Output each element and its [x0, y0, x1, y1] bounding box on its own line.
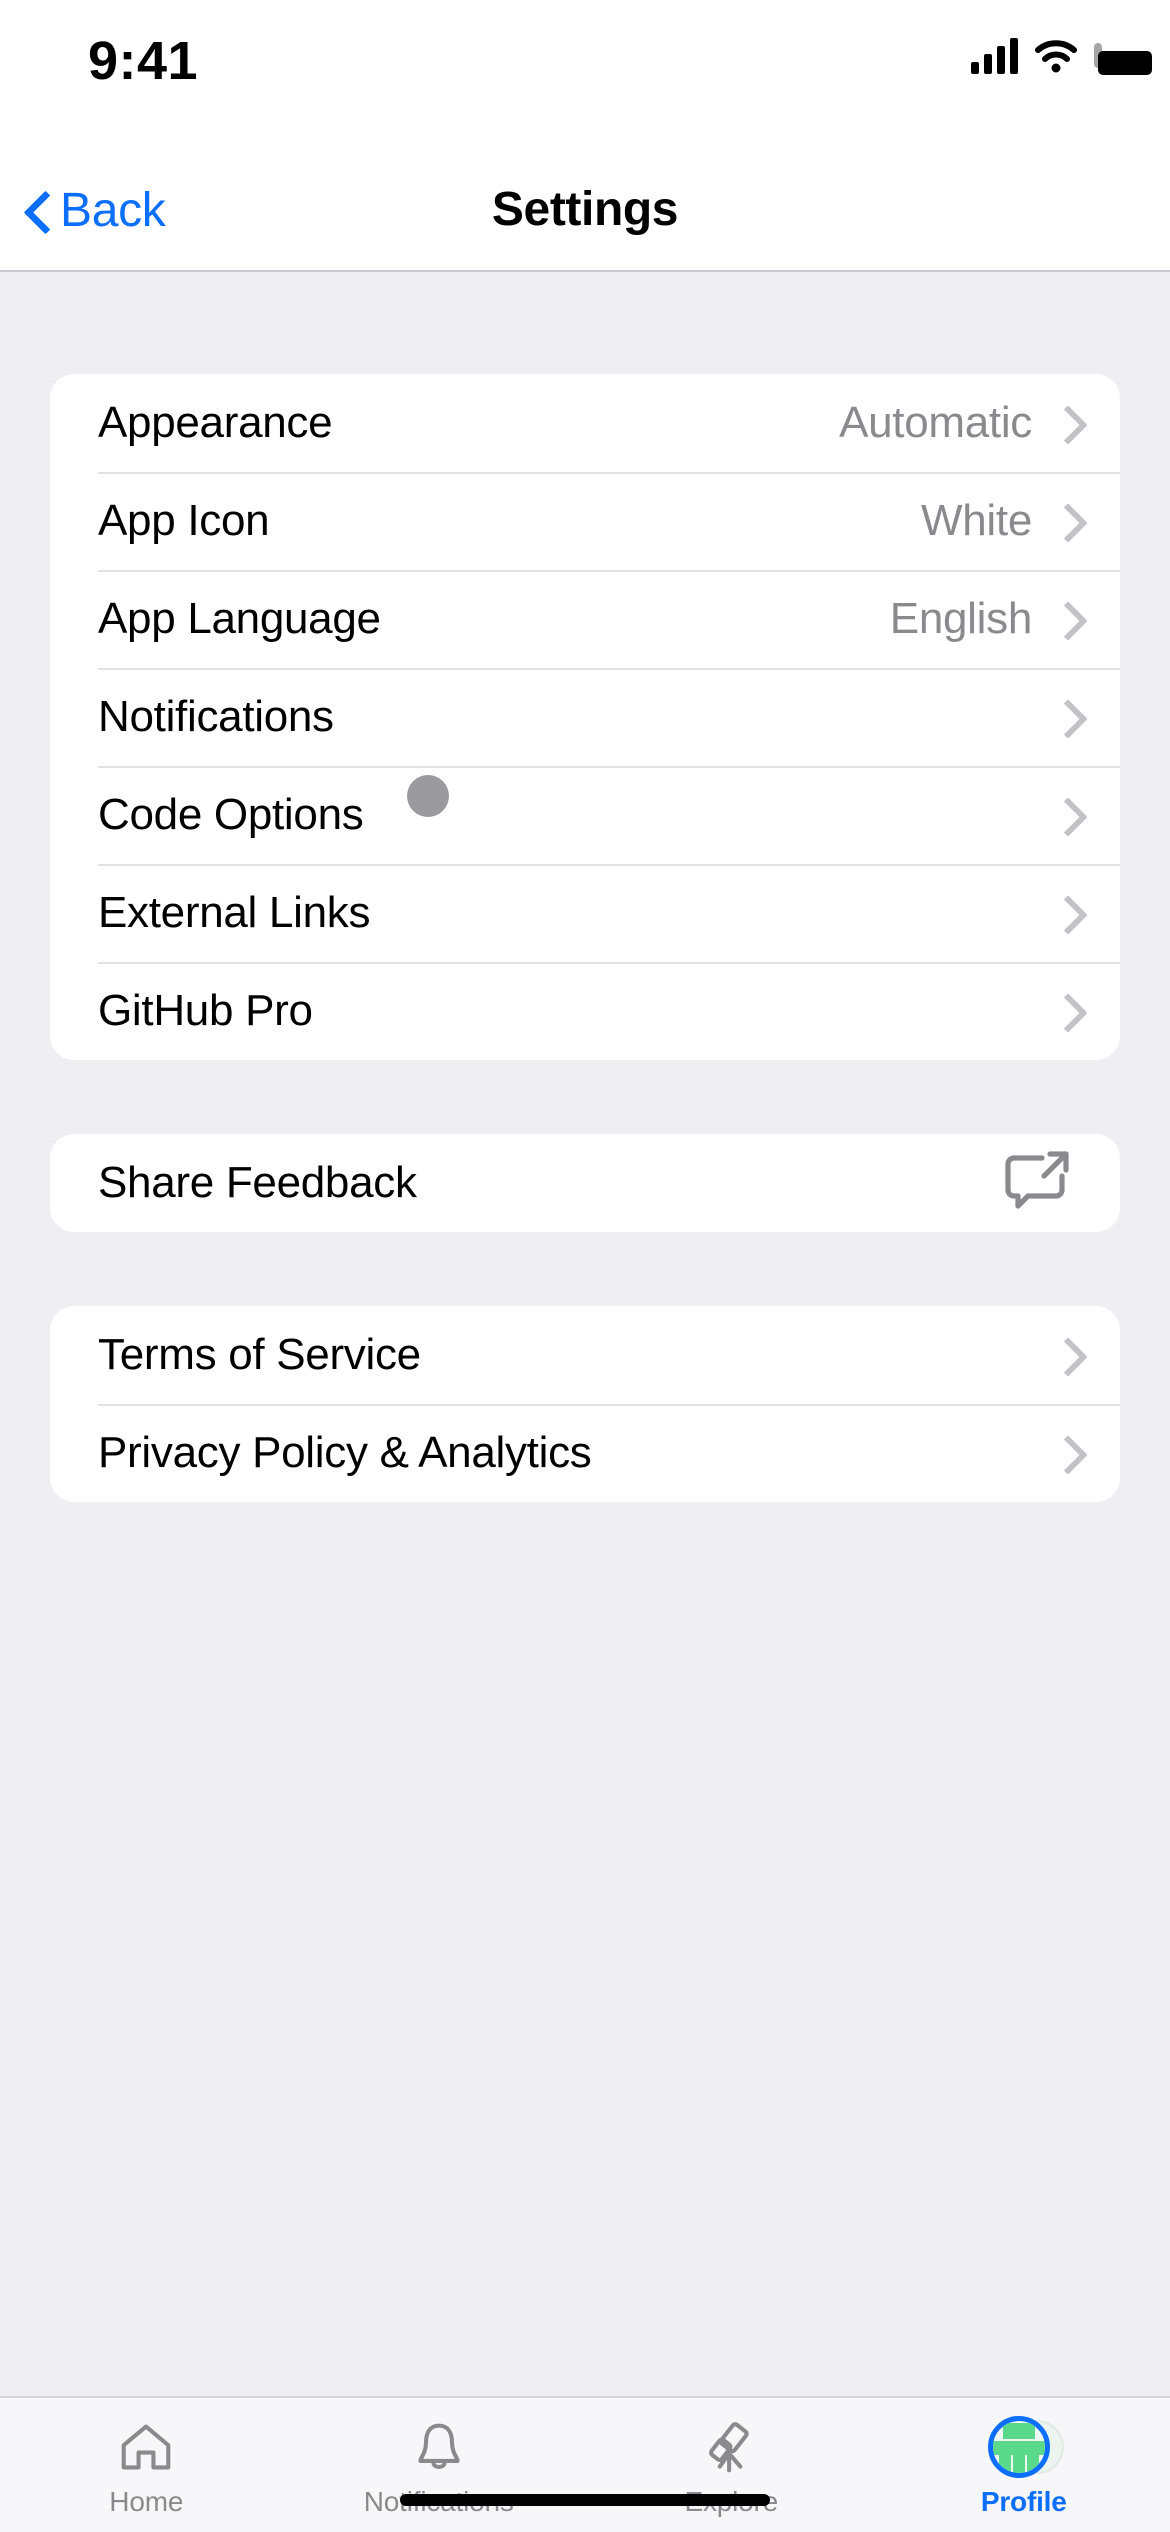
row-label: Privacy Policy & Analytics [98, 1428, 592, 1477]
tab-explore[interactable]: Explore [585, 2398, 878, 2532]
spacer-legal [0, 1232, 1170, 1306]
row-value: English [889, 594, 1033, 643]
settings-scroll-view[interactable]: Appearance Automatic App Icon White App … [0, 272, 1170, 2396]
settings-row-terms-of-service[interactable]: Terms of Service [50, 1306, 1120, 1404]
chevron-right-icon [1054, 798, 1074, 832]
row-value: Automatic [839, 398, 1032, 447]
wifi-icon [1035, 40, 1077, 73]
chevron-right-icon [1054, 602, 1074, 636]
tab-profile[interactable]: Profile [878, 2398, 1170, 2532]
tab-bar: Home Notifications Explore [0, 2396, 1170, 2532]
navigation-bar: Back Settings [0, 155, 1170, 272]
bell-icon [413, 2416, 465, 2478]
tab-home[interactable]: Home [0, 2398, 293, 2532]
tab-label: Profile [980, 2486, 1067, 2517]
cellular-bars-icon [971, 38, 1018, 74]
settings-row-privacy-policy[interactable]: Privacy Policy & Analytics [50, 1404, 1120, 1502]
phone-screen: 9:41 Back Settings Appearance Automatic … [0, 0, 1170, 2532]
tab-notifications[interactable]: Notifications [293, 2398, 586, 2532]
settings-section-feedback: Share Feedback [50, 1134, 1120, 1232]
chevron-right-icon [1054, 994, 1074, 1028]
code-options-dot-icon [407, 775, 450, 817]
status-bar: 9:41 [0, 0, 1170, 155]
row-value: White [921, 496, 1032, 545]
row-label: App Language [98, 594, 381, 643]
row-label: External Links [98, 888, 371, 937]
settings-section-preferences: Appearance Automatic App Icon White App … [50, 374, 1120, 1060]
settings-row-notifications[interactable]: Notifications [50, 668, 1120, 766]
chevron-right-icon [1054, 896, 1074, 930]
row-label: Code Options [98, 790, 364, 839]
settings-row-appearance[interactable]: Appearance Automatic [50, 374, 1120, 472]
row-label: Appearance [98, 398, 333, 447]
row-label: Share Feedback [98, 1158, 417, 1207]
settings-row-external-links[interactable]: External Links [50, 864, 1120, 962]
spacer-top [0, 272, 1170, 374]
chevron-right-icon [1054, 1436, 1074, 1470]
row-label: Terms of Service [98, 1330, 421, 1379]
chevron-right-icon [1054, 1338, 1074, 1372]
status-bar-time: 9:41 [88, 31, 199, 91]
chevron-right-icon [1054, 406, 1074, 440]
battery-full-icon [1094, 43, 1152, 75]
settings-row-app-icon[interactable]: App Icon White [50, 472, 1120, 570]
chevron-right-icon [1054, 504, 1074, 538]
row-label: App Icon [98, 496, 270, 545]
settings-row-app-language[interactable]: App Language English [50, 570, 1120, 668]
home-indicator [400, 2494, 770, 2506]
house-icon [118, 2416, 174, 2478]
tab-label: Home [109, 2486, 184, 2517]
avatar [987, 2416, 1050, 2478]
share-bubble-icon [1005, 1151, 1069, 1209]
row-label: GitHub Pro [98, 986, 313, 1035]
status-bar-indicators [971, 38, 1152, 75]
settings-row-code-options[interactable]: Code Options [50, 766, 1120, 864]
settings-row-github-pro[interactable]: GitHub Pro [50, 962, 1120, 1060]
spacer-feedback [0, 1060, 1170, 1134]
chevron-right-icon [1054, 700, 1074, 734]
page-title: Settings [491, 183, 679, 236]
row-label: Notifications [98, 692, 334, 741]
avatar-icon [987, 2416, 1064, 2478]
telescope-icon [703, 2416, 759, 2478]
settings-section-legal: Terms of Service Privacy Policy & Analyt… [50, 1306, 1120, 1502]
settings-row-share-feedback[interactable]: Share Feedback [50, 1134, 1120, 1232]
